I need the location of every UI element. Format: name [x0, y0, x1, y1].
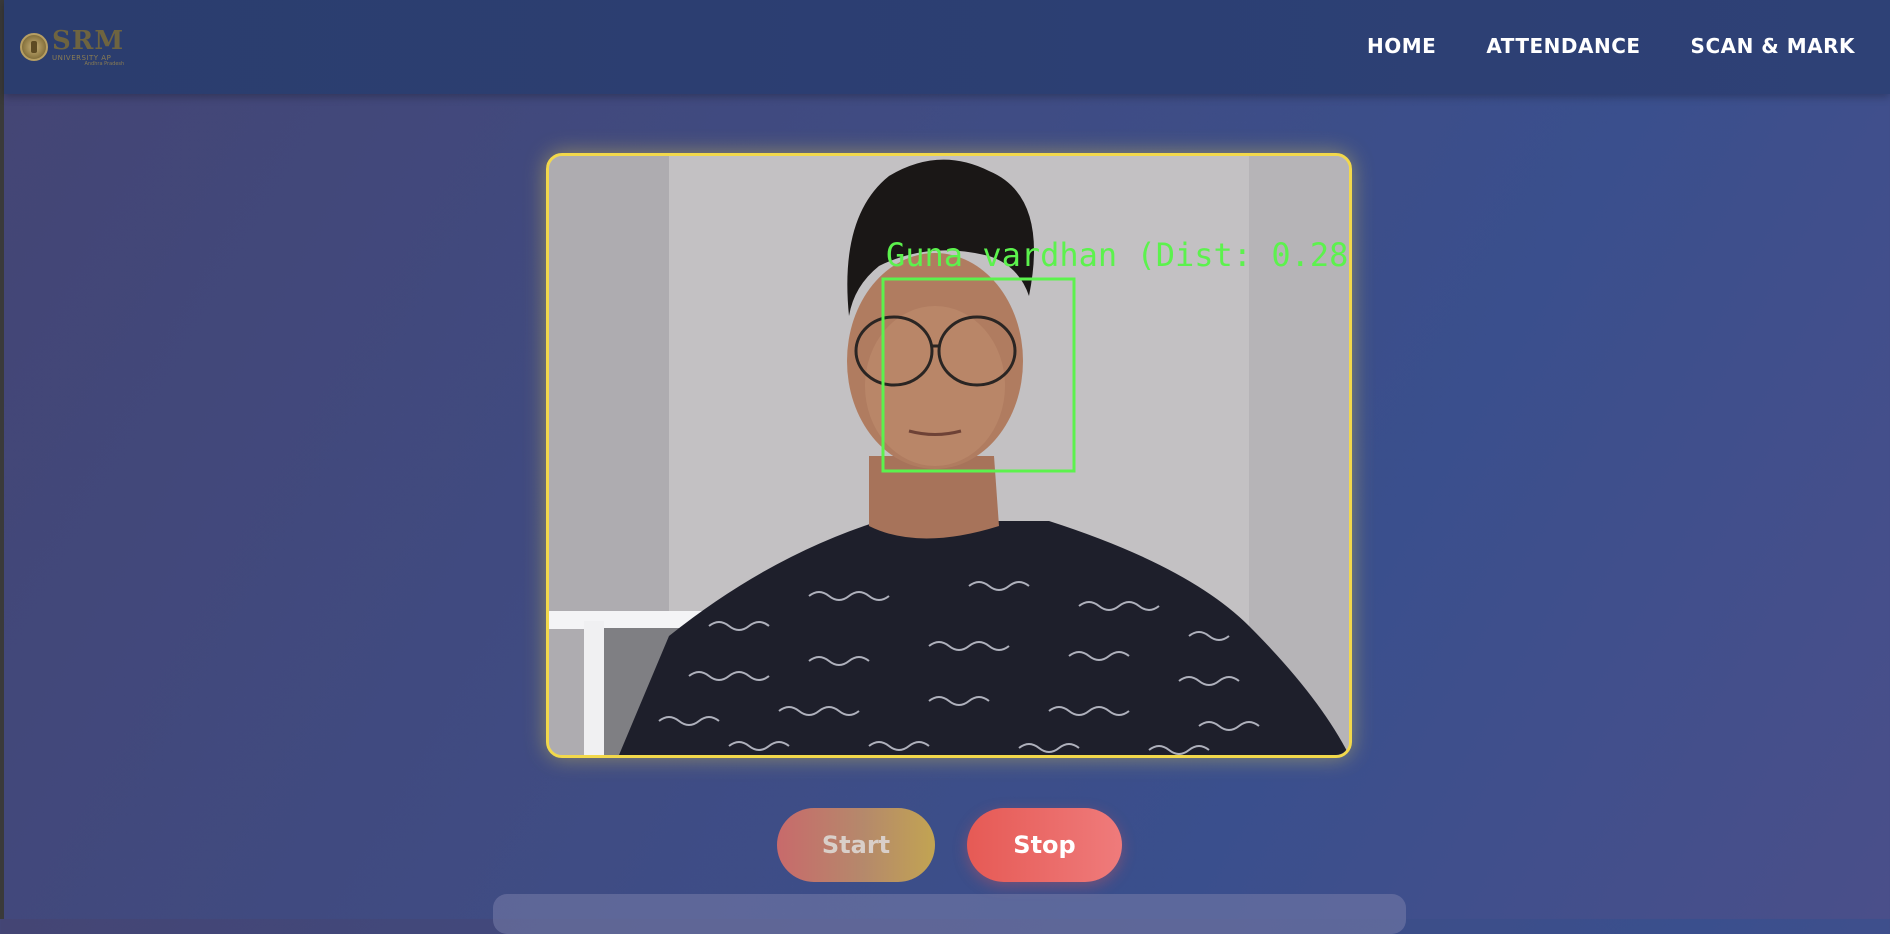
stop-button[interactable]: Stop	[967, 808, 1122, 882]
top-navbar: SRM UNIVERSITY AP Andhra Pradesh HOME AT…	[4, 0, 1890, 94]
university-emblem-icon	[20, 33, 48, 61]
logo-text: SRM	[52, 25, 125, 56]
start-button[interactable]: Start	[777, 808, 935, 882]
srm-logo[interactable]: SRM UNIVERSITY AP Andhra Pradesh	[20, 26, 130, 68]
nav-home-link[interactable]: HOME	[1367, 34, 1436, 58]
results-panel	[493, 894, 1406, 934]
camera-feed: Guna vardhan (Dist: 0.28)	[546, 153, 1352, 758]
nav-scan-mark-link[interactable]: SCAN & MARK	[1691, 34, 1855, 58]
nav-attendance-link[interactable]: ATTENDANCE	[1486, 34, 1640, 58]
scan-controls: Start Stop	[777, 808, 1122, 882]
logo-tagline: Andhra Pradesh	[84, 60, 125, 67]
nav-menu: HOME ATTENDANCE SCAN & MARK	[1367, 34, 1855, 58]
face-detection-label: Guna vardhan (Dist: 0.28)	[886, 236, 1352, 274]
window-edge	[0, 0, 4, 919]
